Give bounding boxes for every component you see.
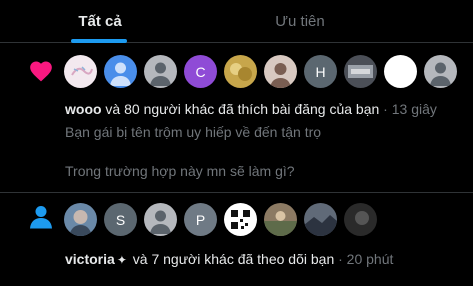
avatar[interactable]: C bbox=[184, 55, 217, 88]
avatar[interactable] bbox=[104, 55, 137, 88]
notification-summary: victoria ✦ và 7 người khác đã theo dõi bạ… bbox=[65, 251, 393, 267]
avatar-letter: H bbox=[315, 63, 326, 80]
avatar[interactable] bbox=[264, 203, 297, 236]
timestamp: · 13 giây bbox=[379, 101, 437, 117]
timestamp: · 20 phút bbox=[334, 251, 394, 267]
tab-priority[interactable]: Ưu tiên bbox=[200, 0, 400, 43]
notification-tabs: Tất cả Ưu tiên bbox=[0, 0, 473, 43]
avatar[interactable] bbox=[144, 203, 177, 236]
avatar-letter: P bbox=[195, 211, 206, 228]
avatar[interactable] bbox=[344, 55, 377, 88]
avatar[interactable] bbox=[304, 203, 337, 236]
action-text: và 80 người khác đã thích bài đăng của b… bbox=[101, 101, 380, 117]
verified-badge-icon: ✦ bbox=[116, 253, 127, 267]
notification-like[interactable]: C H wooo và 80 người khác đã thích bài đ… bbox=[0, 43, 473, 193]
heart-icon bbox=[30, 61, 52, 82]
actor-name[interactable]: victoria bbox=[65, 251, 115, 267]
tab-all[interactable]: Tất cả bbox=[0, 0, 200, 43]
avatar[interactable]: H bbox=[304, 55, 337, 88]
tab-priority-label: Ưu tiên bbox=[275, 13, 325, 30]
avatar[interactable] bbox=[424, 55, 457, 88]
avatar[interactable] bbox=[224, 55, 257, 88]
avatar[interactable] bbox=[264, 55, 297, 88]
avatar[interactable] bbox=[384, 55, 417, 88]
notification-follow[interactable]: S P victoria ✦ và 7 người khác đã theo dõ… bbox=[0, 193, 473, 286]
follower-avatars: S P bbox=[64, 203, 377, 236]
avatar[interactable] bbox=[64, 203, 97, 236]
actor-name[interactable]: wooo bbox=[65, 101, 102, 117]
post-excerpt-line-1: Bạn gái bị tên trộm uy hiếp về đến tận t… bbox=[65, 124, 322, 140]
avatar[interactable] bbox=[144, 55, 177, 88]
post-excerpt-line-2: Trong trường hợp này mn sẽ làm gì? bbox=[65, 163, 295, 179]
notification-summary: wooo và 80 người khác đã thích bài đăng … bbox=[65, 101, 437, 117]
avatar-letter: C bbox=[195, 63, 206, 80]
avatar[interactable] bbox=[224, 203, 257, 236]
avatar[interactable]: S bbox=[104, 203, 137, 236]
action-text: và 7 người khác đã theo dõi bạn bbox=[128, 251, 335, 267]
follow-person-icon bbox=[30, 206, 52, 229]
avatar-letter: S bbox=[115, 211, 126, 228]
avatar[interactable] bbox=[64, 55, 97, 88]
avatar[interactable] bbox=[344, 203, 377, 236]
liker-avatars: C H bbox=[64, 55, 457, 88]
avatar[interactable]: P bbox=[184, 203, 217, 236]
tab-all-label: Tất cả bbox=[78, 13, 122, 30]
